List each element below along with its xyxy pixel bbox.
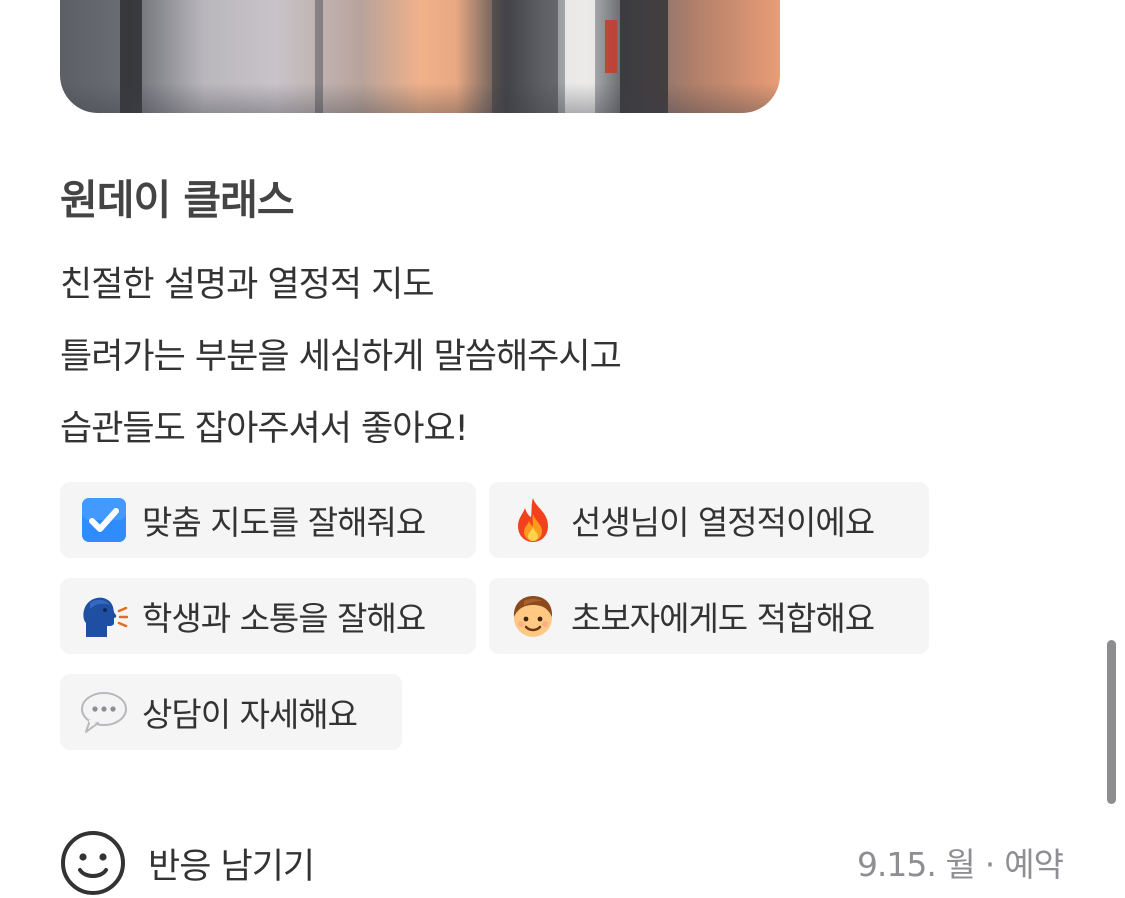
tag-label: 선생님이 열정적이에요	[571, 503, 875, 542]
leave-reaction-label: 반응 남기기	[148, 846, 315, 887]
leave-reaction-button[interactable]: 반응 남기기	[60, 828, 315, 898]
tag-beginner-friendly[interactable]: 초보자에게도 적합해요	[489, 578, 929, 654]
tag-detailed-consultation[interactable]: 상담이 자세해요	[60, 674, 402, 750]
review-date: 9.15. 월	[856, 845, 976, 884]
review-line: 친절한 설명과 열정적 지도	[60, 265, 435, 305]
check-box-icon	[80, 496, 128, 544]
review-card: 원데이 클래스 친절한 설명과 열정적 지도 틀려가는 부분을 세심하게 말씀해…	[0, 0, 1125, 898]
review-line: 습관들도 잡아주셔서 좋아요!	[60, 409, 469, 449]
meta-separator: ·	[984, 845, 995, 884]
speaking-head-icon	[80, 592, 128, 640]
speech-bubble-icon	[80, 688, 128, 736]
fire-icon	[509, 496, 557, 544]
review-line: 틀려가는 부분을 세심하게 말씀해주시고	[60, 337, 622, 377]
scrollbar[interactable]	[1107, 640, 1116, 804]
class-photo[interactable]	[60, 0, 780, 113]
tag-label: 맞춤 지도를 잘해줘요	[142, 503, 426, 542]
tag-label: 초보자에게도 적합해요	[571, 599, 875, 638]
tag-passionate-teacher[interactable]: 선생님이 열정적이에요	[489, 482, 929, 558]
tag-good-communication[interactable]: 학생과 소통을 잘해요	[60, 578, 476, 654]
review-text: 친절한 설명과 열정적 지도 틀려가는 부분을 세심하게 말씀해주시고 습관들도…	[60, 255, 1060, 471]
boy-face-icon	[509, 592, 557, 640]
class-name: 원데이 클래스	[60, 176, 295, 224]
tag-label: 상담이 자세해요	[142, 695, 358, 734]
review-type: 예약	[1004, 845, 1064, 884]
tag-label: 학생과 소통을 잘해요	[142, 599, 426, 638]
smiley-icon	[61, 831, 125, 895]
review-meta: 9.15. 월 · 예약	[856, 838, 1064, 886]
tag-custom-guidance[interactable]: 맞춤 지도를 잘해줘요	[60, 482, 476, 558]
